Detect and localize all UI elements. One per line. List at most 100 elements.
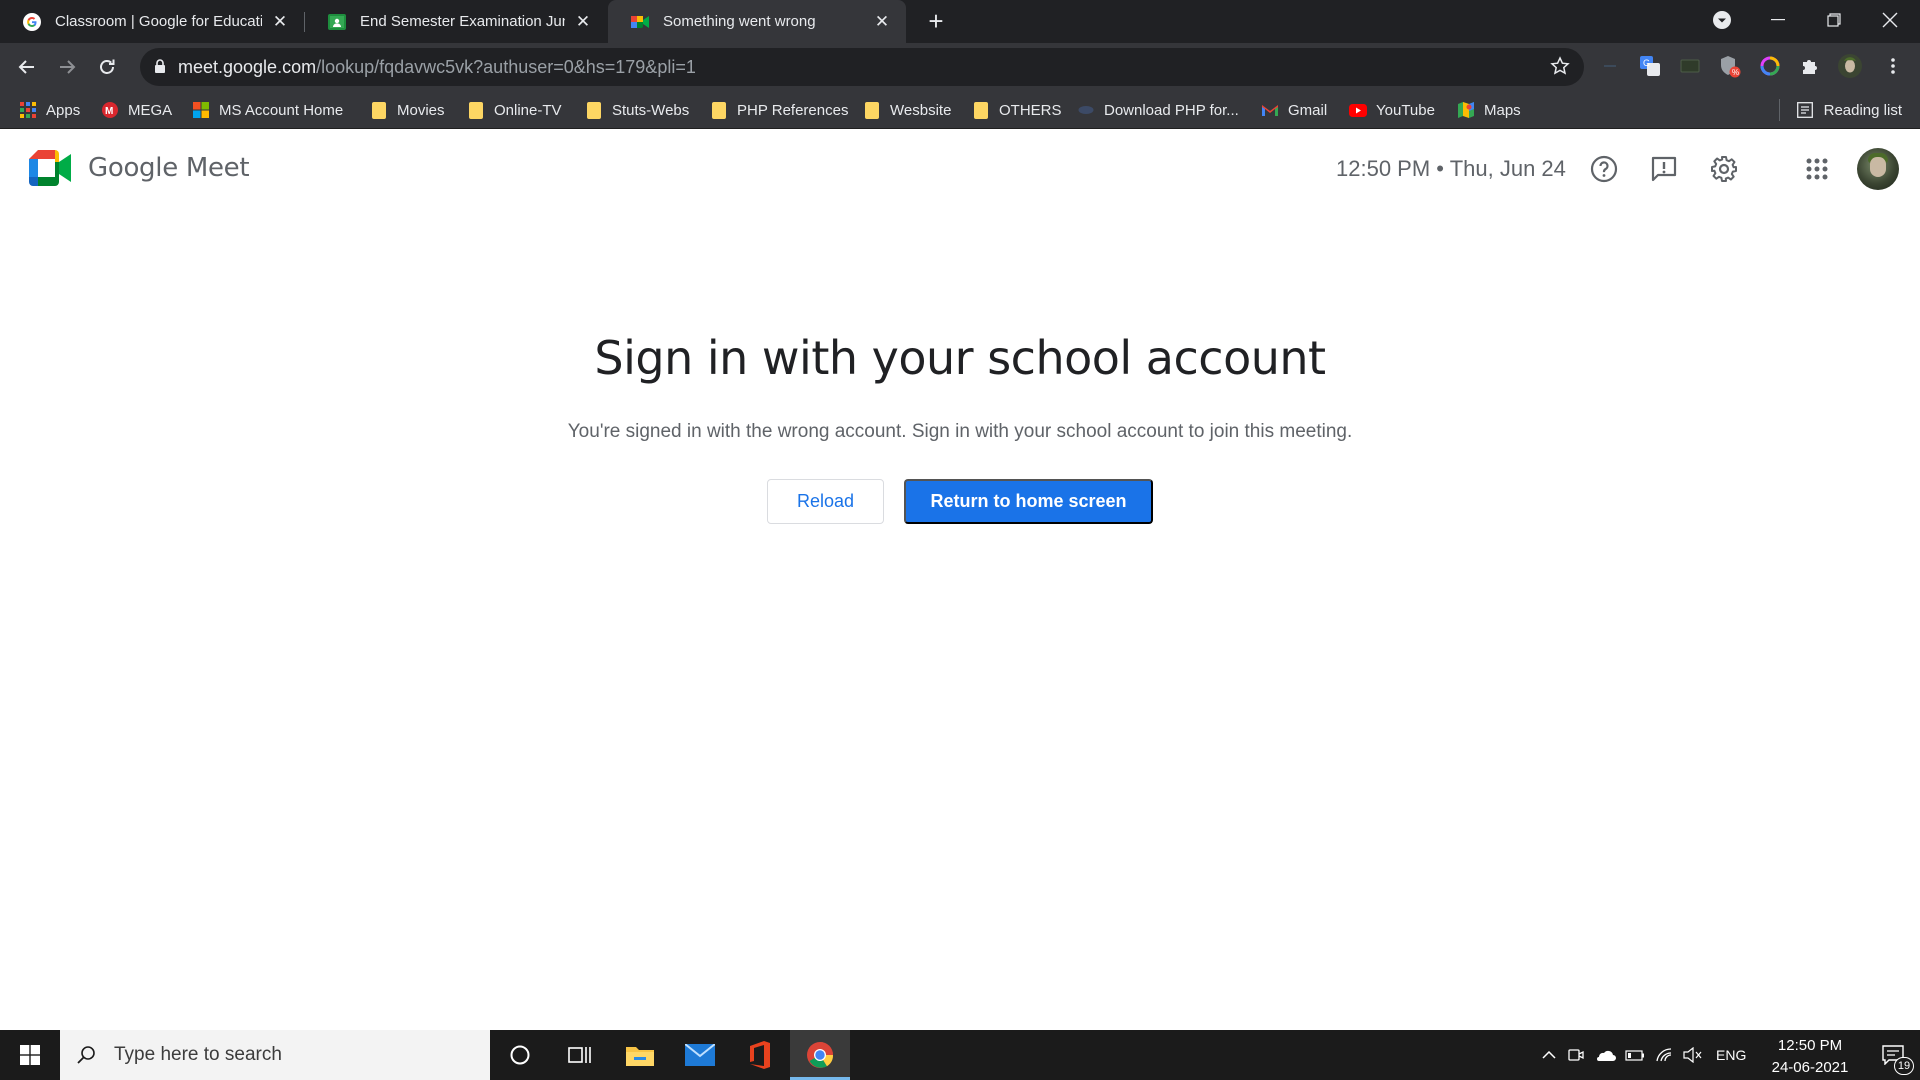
lock-icon[interactable]	[154, 59, 166, 79]
translate-icon[interactable]: G	[1637, 53, 1663, 79]
new-tab-button[interactable]: +	[922, 7, 950, 35]
bookmark-label: Apps	[46, 101, 81, 119]
back-button[interactable]	[9, 49, 45, 85]
bookmark-label: MEGA	[128, 101, 173, 119]
bookmark-label: Online-TV	[494, 101, 562, 119]
bookmark-maps[interactable]: Maps	[1457, 99, 1521, 121]
restore-button[interactable]	[1806, 0, 1862, 40]
search-placeholder: Type here to search	[114, 1044, 282, 1065]
folder-icon	[863, 101, 881, 119]
chrome-taskbar-icon[interactable]	[790, 1030, 850, 1080]
system-tray: ENG	[1536, 1030, 1746, 1080]
bookmark-label: YouTube	[1376, 101, 1435, 119]
search-icon	[76, 1045, 96, 1065]
youtube-icon	[1349, 101, 1367, 119]
color-ring-icon[interactable]	[1757, 53, 1783, 79]
browser-toolbar: meet.google.com/lookup/fqdavwc5vk?authus…	[0, 43, 1920, 129]
close-tab-icon[interactable]: ✕	[872, 12, 892, 32]
bookmark-label: Movies	[397, 101, 445, 119]
tab-classroom[interactable]: Classroom | Google for Education ✕	[0, 0, 304, 43]
cortana-icon[interactable]	[490, 1030, 550, 1080]
close-window-button[interactable]	[1862, 0, 1918, 40]
meet-header: Google Meet 12:50 PM • Thu, Jun 24	[0, 129, 1920, 209]
reload-page-button[interactable]	[89, 49, 125, 85]
bookmark-star-icon[interactable]	[1550, 56, 1570, 81]
php-icon	[1077, 101, 1095, 119]
bookmark-label: PHP References	[737, 101, 849, 119]
bookmark-ms-account[interactable]: MS Account Home	[192, 99, 343, 121]
action-center-icon[interactable]: 19	[1866, 1030, 1920, 1080]
google-apps-icon[interactable]	[1797, 149, 1837, 189]
google-meet-logo[interactable]: Google Meet	[29, 150, 250, 186]
battery-icon[interactable]	[1620, 1049, 1650, 1061]
bookmark-youtube[interactable]: YouTube	[1349, 99, 1435, 121]
svg-text:G: G	[1643, 58, 1650, 68]
url-host: meet.google.com	[178, 57, 317, 77]
settings-gear-icon[interactable]	[1704, 149, 1744, 189]
close-tab-icon[interactable]: ✕	[270, 12, 290, 32]
mail-icon[interactable]	[670, 1030, 730, 1080]
account-avatar[interactable]	[1857, 148, 1899, 190]
maps-icon	[1457, 101, 1475, 119]
shield-discount-icon[interactable]: %	[1717, 53, 1743, 79]
date-time: 12:50 PM • Thu, Jun 24	[1336, 156, 1566, 181]
address-bar[interactable]: meet.google.com/lookup/fqdavwc5vk?authus…	[140, 48, 1584, 86]
return-home-button[interactable]: Return to home screen	[904, 479, 1153, 524]
taskbar-clock[interactable]: 12:50 PM 24-06-2021	[1760, 1035, 1860, 1079]
office-icon[interactable]	[730, 1030, 790, 1080]
bookmark-download-php[interactable]: Download PHP for...	[1077, 99, 1239, 121]
bookmark-stuts-webs[interactable]: Stuts-Webs	[585, 99, 689, 121]
tab-exam[interactable]: End Semester Examination June- ✕	[305, 0, 607, 43]
google-icon	[22, 12, 42, 32]
tab-search-button[interactable]	[1694, 0, 1750, 40]
show-hidden-icons-icon[interactable]	[1536, 1051, 1562, 1059]
reload-button[interactable]: Reload	[767, 479, 884, 524]
file-explorer-icon[interactable]	[610, 1030, 670, 1080]
microsoft-icon	[192, 101, 210, 119]
reading-list-label: Reading list	[1823, 101, 1902, 119]
taskbar-date: 24-06-2021	[1771, 1059, 1849, 1076]
bookmark-label: Wesbsite	[890, 101, 952, 119]
bookmark-wesbsite[interactable]: Wesbsite	[863, 99, 951, 121]
tab-meet[interactable]: Something went wrong ✕	[608, 0, 906, 43]
chrome-menu-icon[interactable]	[1880, 53, 1906, 79]
task-view-icon[interactable]	[550, 1030, 610, 1080]
bookmark-gmail[interactable]: Gmail	[1261, 99, 1327, 121]
help-icon[interactable]	[1584, 149, 1624, 189]
profile-avatar[interactable]	[1837, 53, 1863, 79]
bookmark-label: Download PHP for...	[1104, 101, 1239, 119]
classroom-icon	[327, 12, 347, 32]
tab-title: End Semester Examination June-	[360, 13, 565, 30]
bookmarks-bar: Apps M MEGA MS Account Home Movies Onlin…	[0, 91, 1920, 127]
page-title: Sign in with your school account	[594, 331, 1326, 385]
volume-muted-icon[interactable]	[1678, 1047, 1708, 1063]
extensions-puzzle-icon[interactable]	[1797, 53, 1823, 79]
url-path: /lookup/fqdavwc5vk?authuser=0&hs=179&pli…	[316, 57, 696, 77]
folder-icon	[585, 101, 603, 119]
bookmark-apps[interactable]: Apps	[19, 99, 80, 121]
url-text: meet.google.com/lookup/fqdavwc5vk?authus…	[178, 57, 696, 78]
reading-list-button[interactable]: Reading list	[1796, 99, 1902, 121]
extension-icon[interactable]	[1597, 53, 1623, 79]
input-language[interactable]: ENG	[1716, 1047, 1746, 1063]
onedrive-icon[interactable]	[1590, 1048, 1620, 1062]
bookmark-label: Maps	[1484, 101, 1521, 119]
minimize-button[interactable]	[1750, 0, 1806, 40]
windows-start-icon[interactable]	[0, 1030, 60, 1080]
screen-cast-icon[interactable]	[1677, 53, 1703, 79]
forward-button[interactable]	[49, 49, 85, 85]
bookmark-online-tv[interactable]: Online-TV	[467, 99, 562, 121]
taskbar-search-box[interactable]: Type here to search	[60, 1030, 490, 1080]
bookmark-php-references[interactable]: PHP References	[710, 99, 848, 121]
svg-text:%: %	[1732, 68, 1739, 77]
bookmark-others[interactable]: OTHERS	[972, 99, 1062, 121]
browser-tab-strip: Classroom | Google for Education ✕ End S…	[0, 0, 1920, 43]
feedback-icon[interactable]	[1644, 149, 1684, 189]
bookmark-label: MS Account Home	[219, 101, 344, 119]
folder-icon	[467, 101, 485, 119]
close-tab-icon[interactable]: ✕	[573, 12, 593, 32]
bookmark-mega[interactable]: M MEGA	[101, 99, 172, 121]
wifi-icon[interactable]	[1650, 1047, 1678, 1063]
meet-now-icon[interactable]	[1562, 1047, 1590, 1063]
bookmark-movies[interactable]: Movies	[370, 99, 445, 121]
